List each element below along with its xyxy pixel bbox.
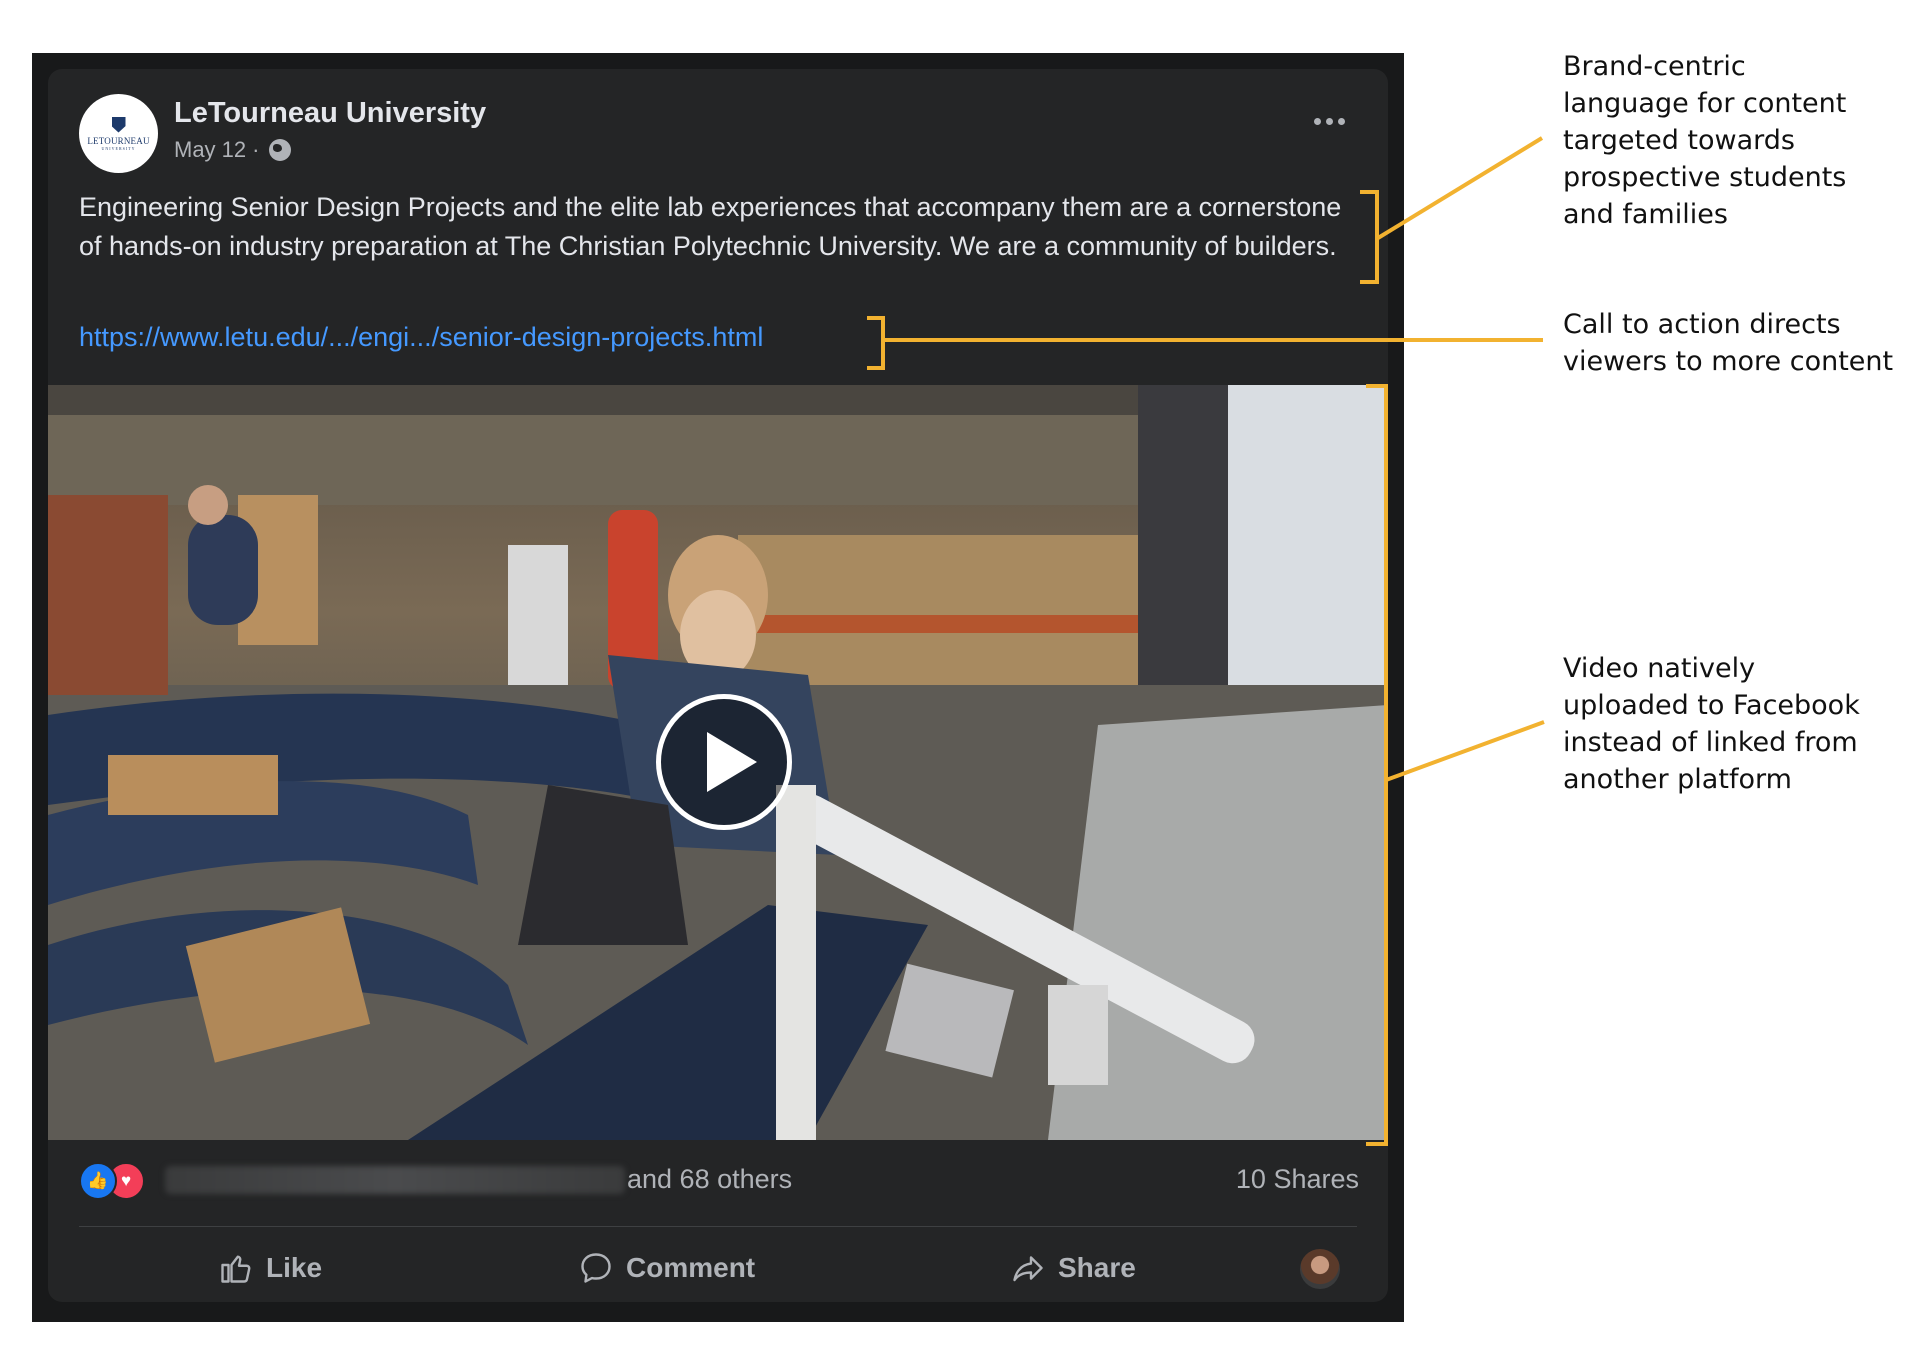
video-player[interactable]	[48, 385, 1388, 1140]
commenter-avatar[interactable]	[1300, 1249, 1340, 1289]
shares-count[interactable]: 10 Shares	[1236, 1164, 1359, 1195]
more-options-icon[interactable]	[1304, 101, 1354, 141]
video-annotation: Video natively uploaded to Facebook inst…	[1563, 653, 1860, 795]
play-button[interactable]	[656, 694, 792, 830]
page-avatar[interactable]: LETOURNEAU UNIVERSITY	[79, 94, 158, 173]
divider	[79, 1226, 1357, 1227]
reaction-count[interactable]: and 68 others	[627, 1164, 792, 1195]
reactions-row[interactable]: 👍 ♥ and 68 others 10 Shares	[79, 1162, 1359, 1202]
video-connector-line	[1385, 720, 1545, 782]
brand-annotation: Brand-centric language for content targe…	[1563, 51, 1847, 230]
post-link[interactable]: https://www.letu.edu/.../engi.../senior-…	[79, 322, 763, 353]
post-date[interactable]: May 12	[174, 137, 246, 163]
post-meta: May 12 ·	[174, 137, 292, 163]
cta-annotation: Call to action directs viewers to more c…	[1563, 309, 1894, 377]
share-icon	[1013, 1256, 1043, 1282]
avatar-logo-text: LETOURNEAU	[87, 135, 150, 146]
avatar-logo-subtext: UNIVERSITY	[101, 145, 136, 151]
facebook-post-card: LETOURNEAU UNIVERSITY LeTourneau Univers…	[48, 69, 1388, 1302]
university-crest-icon	[111, 116, 126, 133]
thumbs-up-icon	[221, 1255, 251, 1283]
like-label: Like	[266, 1252, 323, 1283]
blurred-reactor-names	[165, 1166, 625, 1194]
comment-button[interactable]: Comment	[578, 1242, 755, 1294]
like-reaction-icon: 👍	[79, 1162, 117, 1200]
globe-icon	[269, 139, 292, 161]
like-button[interactable]: Like	[218, 1242, 322, 1294]
cta-connector-line	[883, 338, 1543, 342]
cta-bracket	[881, 316, 885, 370]
comment-label: Comment	[626, 1252, 756, 1283]
meta-separator: ·	[252, 137, 260, 162]
brand-connector-line	[1376, 136, 1544, 240]
post-text: Engineering Senior Design Projects and t…	[79, 192, 1342, 261]
comment-icon	[581, 1253, 611, 1283]
play-icon	[707, 732, 757, 792]
share-label: Share	[1058, 1252, 1136, 1283]
page-name[interactable]: LeTourneau University	[174, 97, 486, 130]
share-button[interactable]: Share	[1010, 1242, 1136, 1294]
